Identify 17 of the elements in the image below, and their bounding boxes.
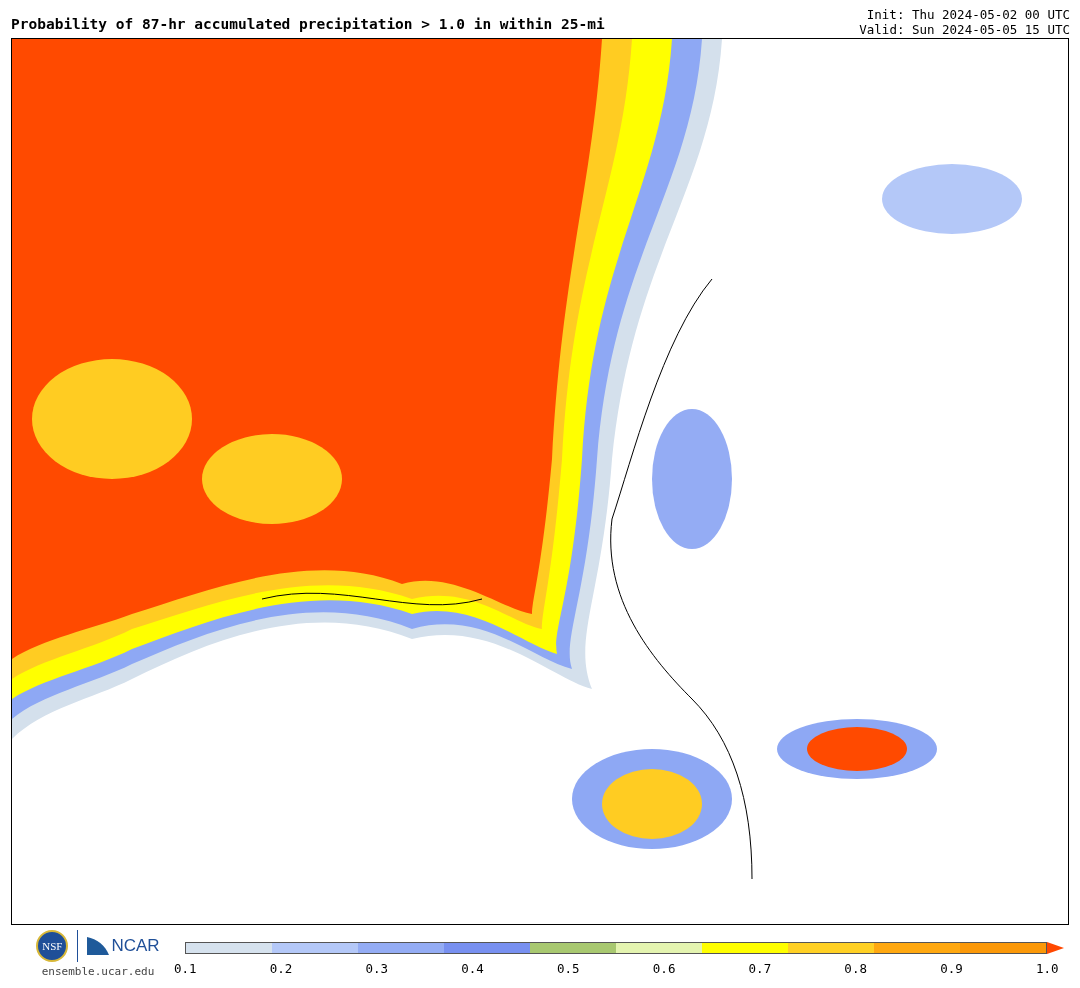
ncar-logo: NCAR <box>111 936 160 956</box>
colorbar-tick-label: 1.0 <box>1035 961 1058 976</box>
site-url: ensemble.ucar.edu <box>41 965 155 978</box>
colorbar-tick-label: 0.7 <box>748 961 771 976</box>
colorbar-tick-label: 0.1 <box>174 961 196 976</box>
chart-title: Probability of 87-hr accumulated precipitation > 1.0 in within 25-mi <box>11 16 605 34</box>
colorbar-tick-label: 0.4 <box>461 961 484 976</box>
swoosh-icon <box>87 937 110 955</box>
valid-time: Valid: Sun 2024-05-05 15 UTC <box>859 22 1070 37</box>
colorbar-tick-label: 0.8 <box>844 961 867 976</box>
nsf-logo: NSF <box>36 930 69 962</box>
colorbar-tick-label: 0.3 <box>365 961 388 976</box>
init-time: Init: Thu 2024-05-02 00 UTC <box>866 7 1070 22</box>
colorbar-tick-label: 0.5 <box>557 961 580 976</box>
colorbar-tick-label: 0.6 <box>652 961 675 976</box>
colorbar-tick-label: 0.2 <box>269 961 292 976</box>
colorbar-tick-label: 0.9 <box>940 961 963 976</box>
